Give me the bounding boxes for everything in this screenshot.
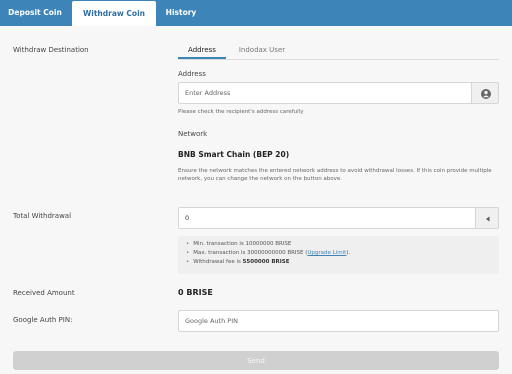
address-book-button[interactable] xyxy=(471,82,499,104)
address-input[interactable] xyxy=(178,82,472,104)
max-transaction-value: Max. transaction is 30000000000 BRISE ( xyxy=(193,250,308,256)
tab-deposit-coin[interactable]: Deposit Coin xyxy=(0,0,70,26)
withdrawal-fee-value: 5500000 BRISE xyxy=(242,259,290,265)
network-label: Network xyxy=(178,130,208,138)
send-button[interactable]: Send xyxy=(13,351,499,370)
tab-withdraw-coin[interactable]: Withdraw Coin xyxy=(72,1,156,26)
withdrawal-fee-text: Withdrawal fee is 5500000 BRISE xyxy=(186,259,290,265)
withdrawal-limits-box: Min. transaction is 10000000 BRISE Max. … xyxy=(178,236,499,274)
address-hint: Please check the recipient's address car… xyxy=(178,109,304,115)
caret-left-icon xyxy=(486,216,490,222)
withdrawal-amount-input[interactable] xyxy=(178,207,476,229)
subtab-address[interactable]: Address xyxy=(178,43,226,59)
google-auth-label: Google Auth PIN: xyxy=(13,316,73,324)
min-transaction-text: Min. transaction is 10000000 BRISE xyxy=(186,241,291,247)
total-withdrawal-label: Total Withdrawal xyxy=(13,212,72,220)
tab-history[interactable]: History xyxy=(158,0,204,26)
google-auth-pin-input[interactable] xyxy=(178,310,499,332)
amount-options-button[interactable] xyxy=(475,207,499,229)
received-amount-value: 0 BRISE xyxy=(178,288,213,297)
coin-tab-bar: Deposit Coin Withdraw Coin History xyxy=(0,0,512,26)
received-amount-label: Received Amount xyxy=(13,289,75,297)
withdrawal-fee-prefix: Withdrawal fee is xyxy=(193,259,243,265)
network-value: BNB Smart Chain (BEP 20) xyxy=(178,150,290,159)
withdraw-destination-label: Withdraw Destination xyxy=(13,46,89,54)
upgrade-limit-link[interactable]: Upgrade Limit xyxy=(307,250,346,256)
user-circle-icon xyxy=(481,89,491,99)
max-transaction-suffix: ). xyxy=(346,250,351,256)
subtab-divider xyxy=(178,59,499,60)
network-note: Ensure the network matches the entered n… xyxy=(178,168,492,182)
subtab-indodax-user[interactable]: Indodax User xyxy=(232,43,292,59)
max-transaction-text: Max. transaction is 30000000000 BRISE (U… xyxy=(186,250,350,256)
address-label: Address xyxy=(178,70,206,78)
